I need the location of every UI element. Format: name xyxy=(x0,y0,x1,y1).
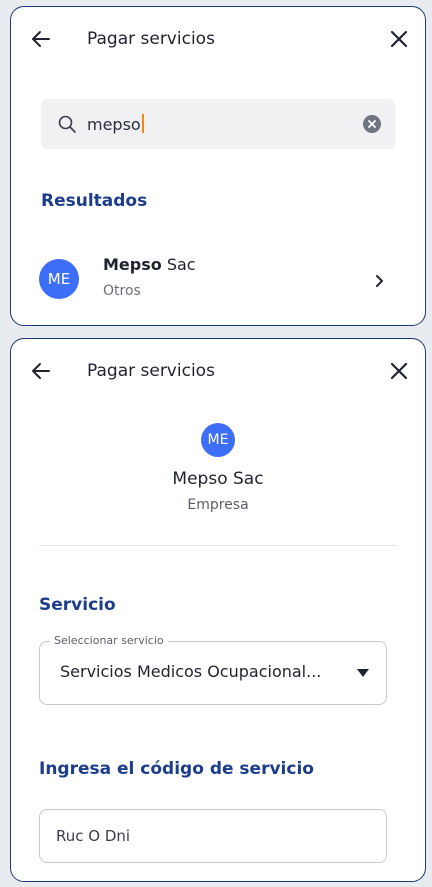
close-icon[interactable] xyxy=(387,27,411,51)
service-code-placeholder: Ruc O Dni xyxy=(56,827,131,845)
close-icon[interactable] xyxy=(387,359,411,383)
clear-icon[interactable] xyxy=(363,115,381,133)
dropdown-arrow-icon[interactable] xyxy=(356,668,370,678)
header: Pagar servicios xyxy=(11,339,425,399)
avatar: ME xyxy=(39,259,79,299)
code-heading: Ingresa el código de servicio xyxy=(39,759,314,779)
service-detail-screen: Pagar servicios ME Mepso Sac Empresa Ser… xyxy=(10,338,426,882)
header: Pagar servicios xyxy=(11,7,425,67)
avatar: ME xyxy=(201,423,235,457)
service-select-label: Seleccionar servicio xyxy=(50,634,168,647)
service-code-field[interactable]: Ruc O Dni xyxy=(39,809,387,863)
arrow-left-icon[interactable] xyxy=(29,359,53,383)
service-select-value: Servicios Medicos Ocupacional... xyxy=(60,662,322,681)
chevron-right-icon xyxy=(376,275,383,287)
search-screen: Pagar servicios mepso Resultados ME Meps… xyxy=(10,6,426,326)
search-icon xyxy=(58,115,76,133)
results-heading: Resultados xyxy=(41,191,148,211)
company-type: Empresa xyxy=(187,497,249,513)
service-heading: Servicio xyxy=(39,595,116,615)
page-title: Pagar servicios xyxy=(87,29,215,49)
company-name: Mepso Sac xyxy=(172,469,264,489)
company-info: ME Mepso Sac Empresa xyxy=(11,423,425,513)
arrow-left-icon[interactable] xyxy=(29,27,53,51)
result-name: Mepso Sac xyxy=(103,255,196,274)
result-category: Otros xyxy=(103,283,141,299)
page-title: Pagar servicios xyxy=(87,361,215,381)
divider xyxy=(39,545,397,546)
result-item[interactable]: ME Mepso Sac Otros xyxy=(11,247,425,317)
text-caret xyxy=(141,114,144,133)
search-input[interactable]: mepso xyxy=(41,99,395,149)
search-value: mepso xyxy=(87,114,144,134)
service-select[interactable]: Seleccionar servicio Servicios Medicos O… xyxy=(39,634,387,705)
